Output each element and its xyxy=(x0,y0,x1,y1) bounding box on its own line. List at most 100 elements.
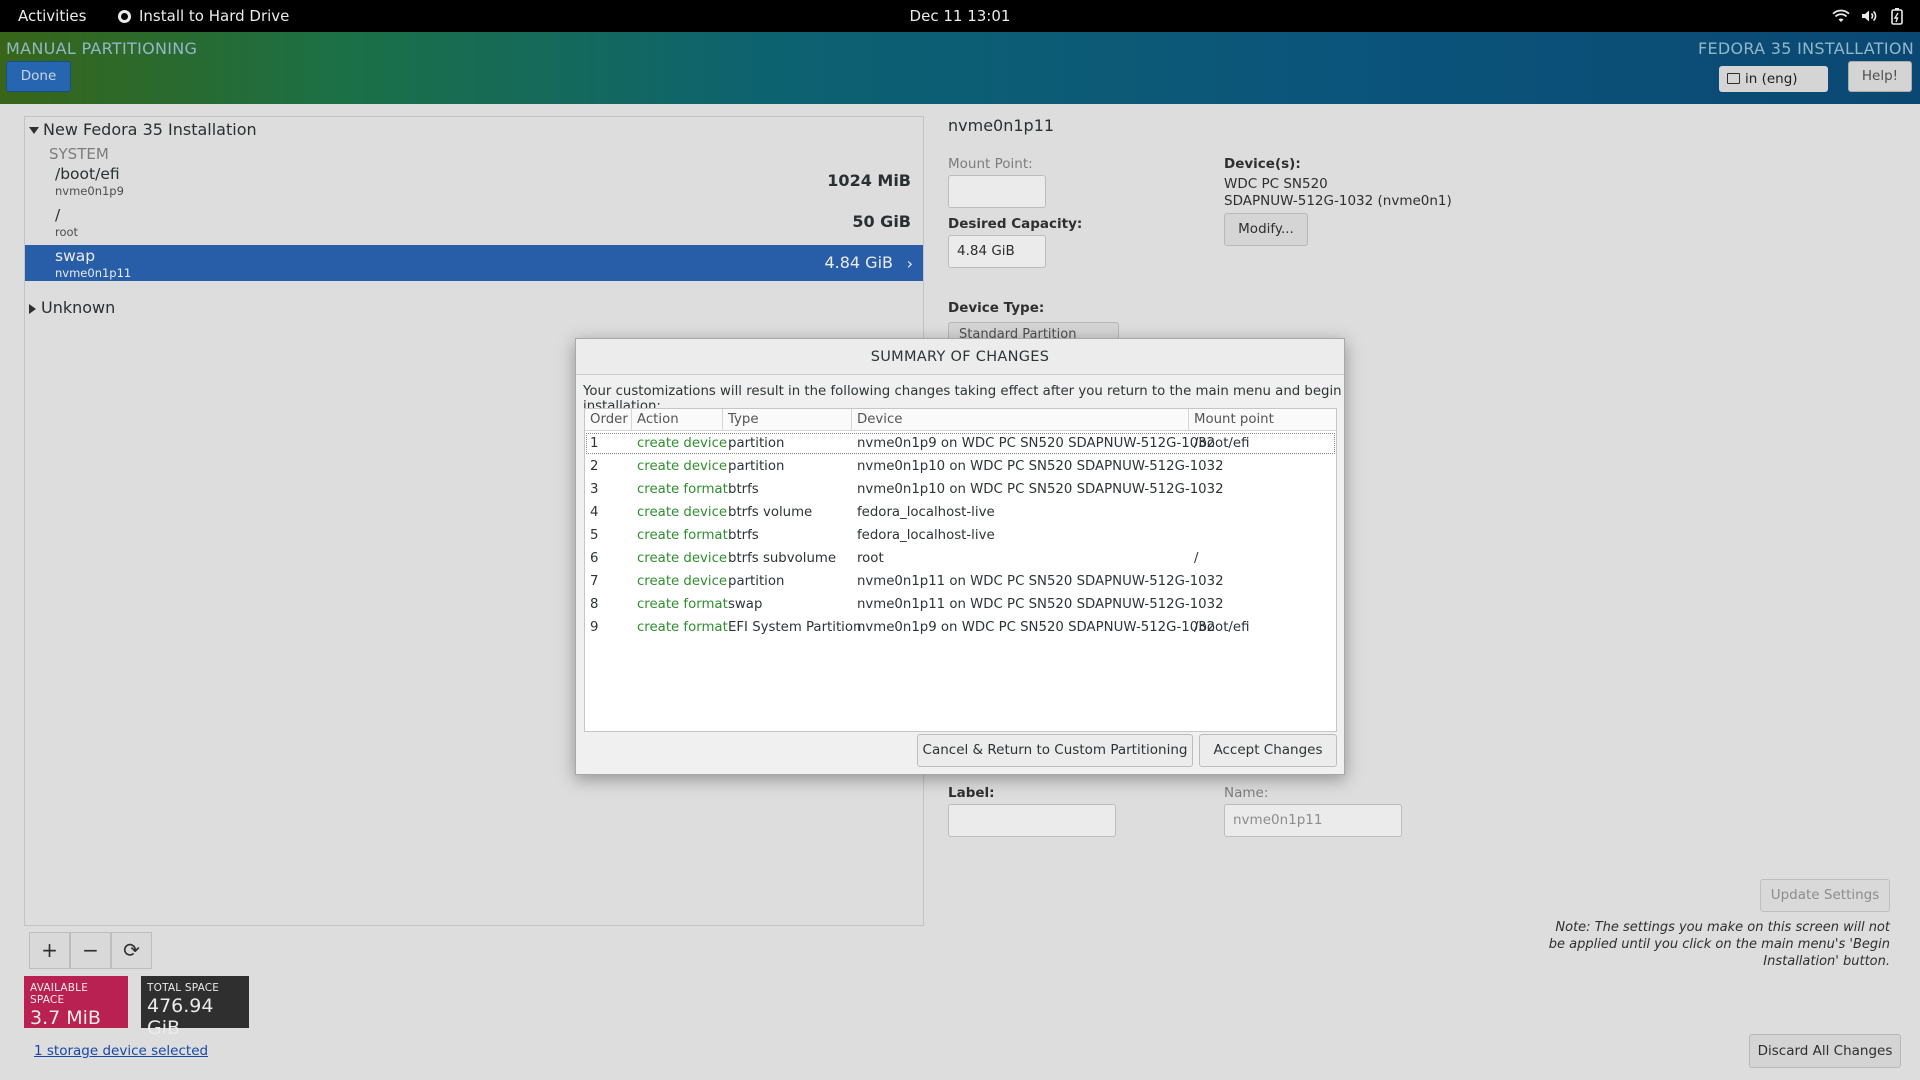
device-cell: nvme0n1p11 on WDC PC SN520 SDAPNUW-512G-… xyxy=(857,574,1224,589)
changes-table: Order Action Type Device Mount point 1 cr… xyxy=(584,408,1337,732)
device-title: nvme0n1p11 xyxy=(948,116,1055,135)
column-header-type[interactable]: Type xyxy=(723,409,852,431)
action-cell: create device xyxy=(637,551,728,566)
system-section-label: SYSTEM xyxy=(49,145,109,163)
action-cell: create device xyxy=(637,505,728,520)
mount-point-field[interactable] xyxy=(948,175,1046,208)
desired-capacity-field[interactable]: 4.84 GiB xyxy=(948,235,1046,268)
action-cell: create format xyxy=(637,597,728,612)
column-header-action[interactable]: Action xyxy=(632,409,723,431)
modify-button[interactable]: Modify... xyxy=(1224,213,1308,246)
column-header-device[interactable]: Device xyxy=(852,409,1189,431)
type-cell: partition xyxy=(728,436,785,451)
volume-icon xyxy=(1862,10,1877,22)
type-cell: btrfs xyxy=(728,528,759,543)
app-name: Install to Hard Drive xyxy=(139,7,290,25)
table-row[interactable]: 2 create device partition nvme0n1p10 on WDC… xyxy=(585,455,1336,478)
add-mount-button[interactable]: + xyxy=(29,932,70,969)
anaconda-icon xyxy=(118,9,131,23)
device-cell: root xyxy=(857,551,884,566)
summary-of-changes-dialog: SUMMARY OF CHANGES Your customizations w… xyxy=(575,338,1345,775)
devices-line-1: WDC PC SN520 xyxy=(1224,176,1328,192)
keyboard-layout-indicator[interactable]: in (eng) xyxy=(1719,66,1828,92)
system-tray[interactable] xyxy=(1832,7,1906,25)
clock[interactable]: Dec 11 13:01 xyxy=(910,7,1011,25)
action-cell: create format xyxy=(637,482,728,497)
device-cell: nvme0n1p9 on WDC PC SN520 SDAPNUW-512G-1… xyxy=(857,620,1216,635)
order-cell: 1 xyxy=(590,436,599,451)
device-label: nvme0n1p11 xyxy=(55,266,132,280)
table-row[interactable]: 6 create device btrfs subvolume root / xyxy=(585,547,1336,570)
label-field-label: Label: xyxy=(948,785,995,801)
available-space-label: AVAILABLE SPACE xyxy=(30,982,89,1006)
unknown-group[interactable]: Unknown xyxy=(29,298,115,317)
mount-point-label: Mount Point: xyxy=(948,156,1033,172)
minus-icon: − xyxy=(82,938,99,962)
column-header-mount-point[interactable]: Mount point xyxy=(1189,409,1336,431)
mount-point-cell: /boot/efi xyxy=(1194,436,1250,451)
device-type-label: Device Type: xyxy=(948,300,1045,316)
type-cell: swap xyxy=(728,597,763,612)
refresh-icon: ⟳ xyxy=(123,938,140,962)
chevron-right-icon: › xyxy=(906,254,913,273)
keyboard-icon xyxy=(1727,73,1740,84)
mount-toolbar: + − ⟳ xyxy=(25,927,925,969)
order-cell: 8 xyxy=(590,597,599,612)
mount-point-label: /boot/efi xyxy=(55,165,120,183)
settings-note: Note: The settings you make on this scre… xyxy=(1548,920,1890,969)
available-space-box: AVAILABLE SPACE 3.7 MiB xyxy=(24,976,128,1029)
label-field[interactable] xyxy=(948,804,1116,837)
done-button[interactable]: Done xyxy=(6,61,71,92)
wifi-icon xyxy=(1832,9,1850,22)
cancel-return-button[interactable]: Cancel & Return to Custom Partitioning xyxy=(917,734,1193,767)
mount-row-boot-efi[interactable]: /boot/efi nvme0n1p9 1024 MiB xyxy=(25,163,923,199)
help-button[interactable]: Help! xyxy=(1848,61,1912,92)
device-cell: nvme0n1p9 on WDC PC SN520 SDAPNUW-512G-1… xyxy=(857,436,1216,451)
reload-button[interactable]: ⟳ xyxy=(111,932,152,969)
column-header-order[interactable]: Order xyxy=(585,409,632,431)
device-label: nvme0n1p9 xyxy=(55,184,124,198)
battery-icon xyxy=(1891,8,1903,25)
accept-changes-button[interactable]: Accept Changes xyxy=(1199,734,1337,767)
table-row[interactable]: 1 create device partition nvme0n1p9 on WDC … xyxy=(585,432,1336,455)
remove-mount-button[interactable]: − xyxy=(70,932,111,969)
mount-row-swap[interactable]: swap nvme0n1p11 4.84 GiB › xyxy=(25,245,923,281)
table-row[interactable]: 3 create format btrfs nvme0n1p10 on WDC PC … xyxy=(585,478,1336,501)
mount-point-cell xyxy=(1189,501,1194,524)
spoke-header: MANUAL PARTITIONING Done FEDORA 35 INSTA… xyxy=(0,32,1920,104)
type-cell: partition xyxy=(728,574,785,589)
device-label: root xyxy=(55,225,79,239)
available-space-value: 3.7 MiB xyxy=(30,1007,101,1029)
size-label: 4.84 GiB xyxy=(824,253,893,272)
table-row[interactable]: 5 create format btrfs fedora_localhost-live xyxy=(585,524,1336,547)
type-cell: partition xyxy=(728,459,785,474)
table-row[interactable]: 7 create device partition nvme0n1p11 on WDC… xyxy=(585,570,1336,593)
discard-all-changes-button[interactable]: Discard All Changes xyxy=(1749,1034,1901,1068)
table-row[interactable]: 8 create format swap nvme0n1p11 on WDC PC S… xyxy=(585,593,1336,616)
devices-line-2: SDAPNUW-512G-1032 (nvme0n1) xyxy=(1224,193,1452,209)
plus-icon: + xyxy=(41,938,58,962)
storage-device-link[interactable]: 1 storage device selected xyxy=(34,1043,208,1059)
mount-row-root[interactable]: / root 50 GiB xyxy=(25,204,923,240)
device-cell: fedora_localhost-live xyxy=(857,528,995,543)
activities-button[interactable]: Activities xyxy=(18,7,86,25)
table-row[interactable]: 4 create device btrfs volume fedora_localho… xyxy=(585,501,1336,524)
collapse-arrow-icon xyxy=(29,303,36,314)
mount-point-cell xyxy=(1189,593,1194,616)
update-settings-button[interactable]: Update Settings xyxy=(1760,879,1890,912)
unknown-label: Unknown xyxy=(41,298,116,317)
total-space-box: TOTAL SPACE 476.94 GiB xyxy=(141,976,249,1039)
order-cell: 5 xyxy=(590,528,599,543)
order-cell: 7 xyxy=(590,574,599,589)
expand-arrow-icon xyxy=(29,127,39,134)
action-cell: create format xyxy=(637,528,728,543)
table-row[interactable]: 9 create format EFI System Partition nvme0n… xyxy=(585,616,1336,639)
action-cell: create device xyxy=(637,574,728,589)
name-field[interactable]: nvme0n1p11 xyxy=(1224,804,1402,837)
name-field-label: Name: xyxy=(1224,785,1269,801)
total-space-label: TOTAL SPACE xyxy=(147,982,220,994)
app-menu[interactable]: Install to Hard Drive xyxy=(118,7,289,25)
mount-point-cell: / xyxy=(1194,551,1199,566)
installation-group[interactable]: New Fedora 35 Installation xyxy=(29,120,257,139)
size-label: 1024 MiB xyxy=(827,171,911,190)
